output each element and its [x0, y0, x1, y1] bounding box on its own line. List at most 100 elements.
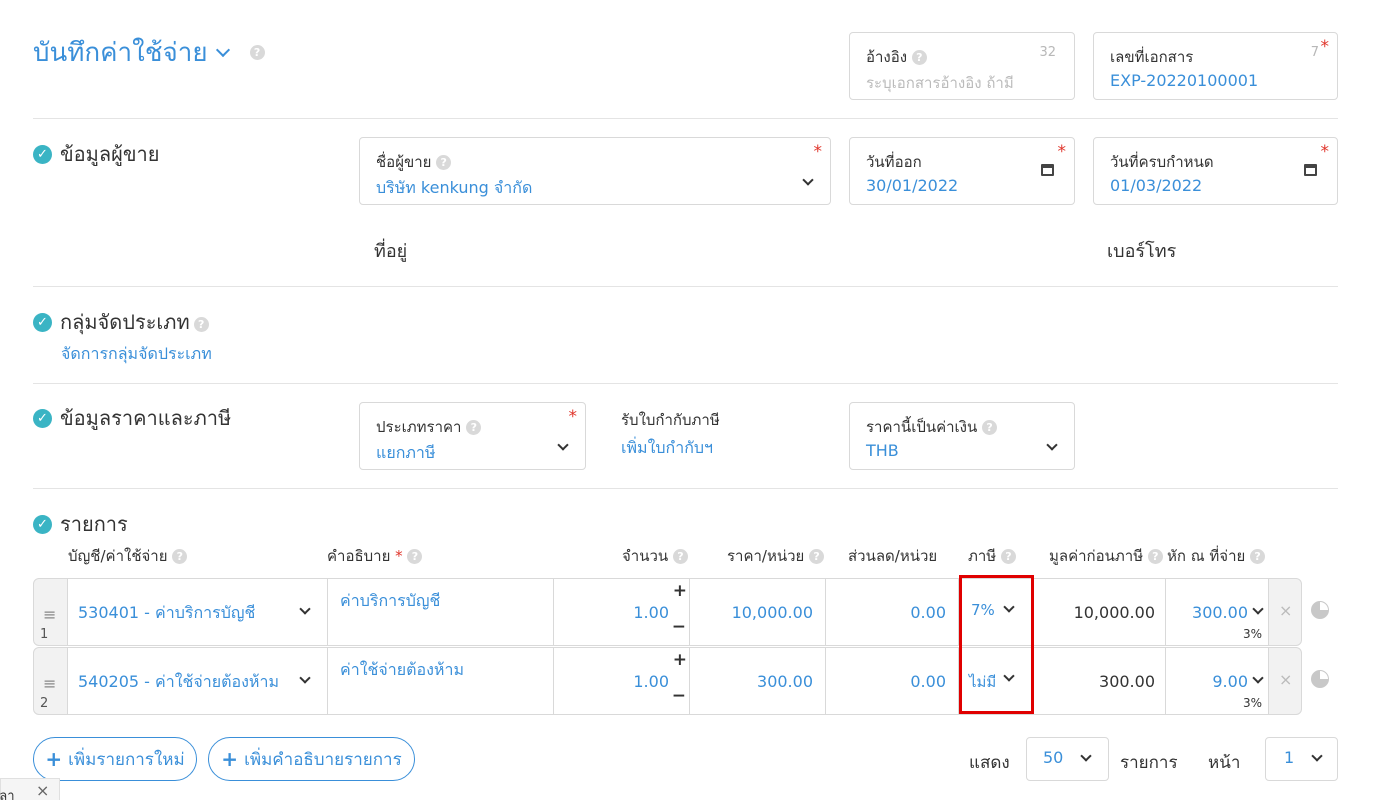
close-icon[interactable]: ×	[1279, 670, 1292, 689]
header-wht: หัก ณ ที่จ่าย ?	[1167, 544, 1266, 568]
close-icon[interactable]: ×	[36, 781, 49, 800]
pie-chart-icon[interactable]	[1311, 670, 1329, 688]
header-description: คำอธิบาย * ?	[327, 544, 423, 568]
qty-input[interactable]: 1.00 + −	[553, 578, 690, 646]
currency-label: ราคานี้เป็นค่าเงิน ?	[866, 415, 998, 439]
manage-category-link[interactable]: จัดการกลุ่มจัดประเภท	[61, 342, 212, 367]
currency-field[interactable]: ราคานี้เป็นค่าเงิน ? THB	[849, 402, 1075, 470]
issue-date-field[interactable]: วันที่ออก * 30/01/2022	[849, 137, 1075, 205]
chevron-down-icon[interactable]	[1046, 439, 1058, 451]
wht-select[interactable]: 9.00 3%	[1165, 647, 1269, 715]
help-icon[interactable]: ?	[809, 549, 825, 564]
price-type-field[interactable]: ประเภทราคา ? * แยกภาษี	[359, 402, 586, 470]
calendar-icon[interactable]	[1304, 164, 1317, 176]
help-icon[interactable]: ?	[407, 549, 423, 564]
add-tax-invoice-link[interactable]: เพิ่มใบกำกับฯ	[621, 436, 713, 461]
due-date-input[interactable]: 01/03/2022	[1110, 176, 1202, 195]
qty-input[interactable]: 1.00 + −	[553, 647, 690, 715]
chevron-down-icon[interactable]	[1080, 750, 1092, 762]
page-select[interactable]: 1	[1265, 737, 1338, 781]
decrement-button[interactable]: −	[672, 617, 686, 637]
description-value: ค่าใช้จ่ายต้องห้าม	[340, 660, 464, 679]
help-icon[interactable]: ?	[982, 420, 998, 435]
price-type-label: ประเภทราคา ?	[376, 415, 482, 439]
drag-handle[interactable]: ≡ 1	[33, 578, 68, 646]
qty-value: 1.00	[633, 603, 669, 622]
row-number: 1	[40, 627, 49, 642]
page-value: 1	[1284, 748, 1295, 767]
wht-select[interactable]: 300.00 3%	[1165, 578, 1269, 646]
price-type-select[interactable]: แยกภาษี	[376, 441, 435, 466]
discount-value: 0.00	[910, 672, 946, 691]
reference-label: อ้างอิง ?	[866, 45, 927, 69]
currency-select[interactable]: THB	[866, 441, 899, 460]
pretax-value: 300.00	[1099, 672, 1155, 691]
header-tax: ภาษี ?	[968, 544, 1016, 568]
document-number-input[interactable]: EXP-20220100001	[1110, 71, 1258, 90]
drag-icon[interactable]: ≡	[43, 674, 56, 693]
tax-invoice-label: รับใบกำกับภาษี	[621, 411, 720, 429]
reference-field[interactable]: อ้างอิง ? 32 ระบุเอกสารอ้างอิง ถ้ามี	[849, 32, 1075, 100]
per-page-select[interactable]: 50	[1026, 737, 1109, 781]
chevron-down-icon[interactable]	[1252, 672, 1264, 684]
page-title-group[interactable]: บันทึกค่าใช้จ่าย ?	[33, 32, 265, 73]
chevron-down-icon[interactable]	[1311, 750, 1323, 762]
help-icon[interactable]: ?	[911, 50, 927, 65]
drag-handle[interactable]: ≡ 2	[33, 647, 68, 715]
help-icon[interactable]: ?	[672, 549, 688, 564]
wht-value: 9.00	[1212, 672, 1248, 691]
increment-button[interactable]: +	[673, 581, 687, 601]
help-icon[interactable]: ?	[172, 549, 188, 564]
header-price: ราคา/หน่วย ?	[727, 544, 825, 568]
section-vendor: ✓ ข้อมูลผู้ขาย	[33, 138, 159, 170]
section-title: ข้อมูลราคาและภาษี	[60, 406, 232, 430]
price-input[interactable]: 10,000.00	[689, 578, 826, 646]
drag-icon[interactable]: ≡	[43, 605, 56, 624]
remove-cell[interactable]: ×	[1268, 578, 1302, 646]
pretax-value-cell: 10,000.00	[1031, 578, 1166, 646]
chevron-down-icon[interactable]	[1252, 603, 1264, 615]
reference-input[interactable]: ระบุเอกสารอ้างอิง ถ้ามี	[866, 71, 1014, 95]
per-page-value: 50	[1043, 748, 1064, 767]
discount-input[interactable]: 0.00	[825, 578, 959, 646]
price-input[interactable]: 300.00	[689, 647, 826, 715]
divider	[33, 286, 1338, 287]
add-description-button[interactable]: + เพิ่มคำอธิบายรายการ	[208, 737, 415, 781]
vendor-name-field[interactable]: ชื่อผู้ขาย ? * บริษัท kenkung จำกัด	[359, 137, 831, 205]
calendar-icon[interactable]	[1041, 164, 1054, 176]
chevron-down-icon[interactable]	[299, 603, 311, 615]
document-number-field[interactable]: เลขที่เอกสาร 7 * EXP-20220100001	[1093, 32, 1338, 100]
account-select[interactable]: 530401 - ค่าบริการบัญชี	[67, 578, 328, 646]
due-date-field[interactable]: วันที่ครบกำหนด * 01/03/2022	[1093, 137, 1338, 205]
help-icon[interactable]: ?	[249, 45, 265, 60]
required-mark: *	[1057, 142, 1067, 162]
pie-chart-icon[interactable]	[1311, 601, 1329, 619]
vendor-name-select[interactable]: บริษัท kenkung จำกัด	[376, 176, 532, 201]
chevron-down-icon[interactable]	[299, 672, 311, 684]
check-icon: ✓	[33, 144, 52, 164]
close-icon[interactable]: ×	[1279, 601, 1292, 620]
discount-value: 0.00	[910, 603, 946, 622]
remove-cell[interactable]: ×	[1268, 647, 1302, 715]
wht-rate: 3%	[1242, 696, 1262, 710]
account-select[interactable]: 540205 - ค่าใช้จ่ายต้องห้าม	[67, 647, 328, 715]
chevron-down-icon[interactable]	[802, 174, 814, 186]
description-input[interactable]: ค่าบริการบัญชี	[327, 578, 554, 646]
increment-button[interactable]: +	[673, 650, 687, 670]
account-value: 540205 - ค่าใช้จ่ายต้องห้าม	[78, 672, 280, 691]
issue-date-input[interactable]: 30/01/2022	[866, 176, 958, 195]
add-item-button[interactable]: + เพิ่มรายการใหม่	[33, 737, 197, 781]
help-icon[interactable]: ?	[466, 420, 482, 435]
required-mark: *	[813, 142, 823, 162]
help-icon[interactable]: ?	[1250, 549, 1266, 564]
help-icon[interactable]: ?	[436, 155, 452, 170]
description-input[interactable]: ค่าใช้จ่ายต้องห้าม	[327, 647, 554, 715]
discount-input[interactable]: 0.00	[825, 647, 959, 715]
help-icon[interactable]: ?	[193, 316, 209, 332]
toast-text: ปลา	[0, 789, 15, 800]
help-icon[interactable]: ?	[1147, 549, 1163, 564]
chevron-down-icon[interactable]	[557, 439, 569, 451]
help-icon[interactable]: ?	[1000, 549, 1016, 564]
chevron-down-icon[interactable]	[215, 42, 230, 57]
decrement-button[interactable]: −	[672, 686, 686, 706]
